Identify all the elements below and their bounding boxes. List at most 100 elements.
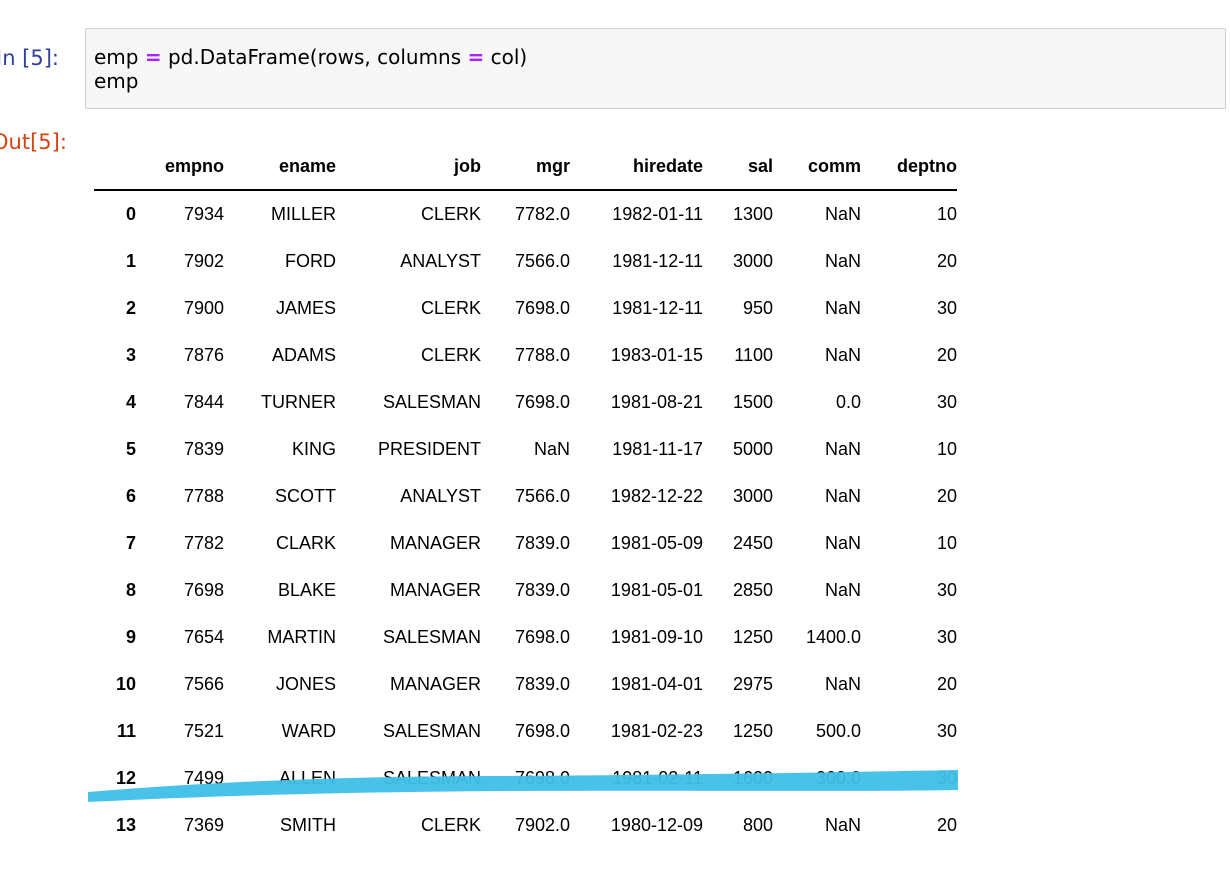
table-body: 0 7934 MILLER CLERK 7782.0 1982-01-11 1300 NaN 1… — [94, 190, 957, 849]
table-row: 5 7839 KING PRESIDENT NaN 1981-11-17 5000 NaN 10 — [94, 426, 957, 473]
table-cell: 20 — [936, 815, 957, 835]
table-cell: 7839 — [183, 439, 224, 459]
table-cell: 7902 — [183, 251, 224, 271]
table-row: 9 7654 MARTIN SALESMAN 7698.0 1981-09-10 1250 1… — [94, 614, 957, 661]
table-cell: CLERK — [420, 204, 481, 224]
table-cell: NaN — [824, 345, 861, 365]
row-index: 5 — [125, 439, 136, 459]
table-cell: 30 — [936, 392, 957, 412]
table-cell: MANAGER — [389, 580, 481, 600]
table-row: 0 7934 MILLER CLERK 7782.0 1982-01-11 1300 NaN 1… — [94, 190, 957, 238]
row-index: 7 — [125, 533, 136, 553]
table-cell: KING — [291, 439, 336, 459]
table-cell: 7782.0 — [514, 204, 570, 224]
table-cell: 7698.0 — [514, 721, 570, 741]
table-cell: ANALYST — [400, 251, 481, 271]
table-cell: NaN — [824, 251, 861, 271]
table-cell: 1981-05-01 — [610, 580, 703, 600]
row-index: 4 — [125, 392, 136, 412]
table-cell: 10 — [936, 439, 957, 459]
table-cell: 7782 — [183, 533, 224, 553]
table-cell: 2975 — [732, 674, 773, 694]
column-header-ename: ename — [224, 143, 336, 191]
code-token: emp — [94, 45, 145, 69]
table-cell: 7566.0 — [514, 251, 570, 271]
table-row: 2 7900 JAMES CLERK 7698.0 1981-12-11 950 NaN 30 — [94, 285, 957, 332]
table-cell: FORD — [285, 251, 336, 271]
table-cell: 1300 — [732, 204, 773, 224]
table-row: 12 7499 ALLEN SALESMAN 7698.0 1981-02-11 1600 3… — [94, 755, 957, 802]
column-header-job: job — [336, 143, 481, 191]
table-cell: ALLEN — [278, 768, 336, 788]
table-row: 10 7566 JONES MANAGER 7839.0 1981-04-01 2975 Na… — [94, 661, 957, 708]
table-cell: 20 — [936, 251, 957, 271]
table-cell: 10 — [936, 204, 957, 224]
table-cell: NaN — [824, 580, 861, 600]
table-cell: MILLER — [270, 204, 336, 224]
table-cell: 30 — [936, 627, 957, 647]
output-prompt: Out[5]: — [0, 130, 67, 154]
table-row: 6 7788 SCOTT ANALYST 7566.0 1982-12-22 3000 NaN… — [94, 473, 957, 520]
table-cell: 7654 — [183, 627, 224, 647]
table-cell: 1981-04-01 — [610, 674, 703, 694]
table-cell: MANAGER — [389, 674, 481, 694]
code-cell-input[interactable]: emp = pd.DataFrame(rows, columns = col) … — [85, 28, 1226, 109]
table-cell: MANAGER — [389, 533, 481, 553]
row-index: 6 — [125, 486, 136, 506]
table-cell: BLAKE — [277, 580, 336, 600]
code-line-2: emp — [94, 69, 139, 93]
table-cell: 7902.0 — [514, 815, 570, 835]
table-cell: 7900 — [183, 298, 224, 318]
table-cell: 20 — [936, 674, 957, 694]
table-cell: 7499 — [183, 768, 224, 788]
table-cell: SALESMAN — [382, 627, 481, 647]
table-cell: 7521 — [183, 721, 224, 741]
table-cell: 500.0 — [815, 721, 861, 741]
table-row: 11 7521 WARD SALESMAN 7698.0 1981-02-23 1250 50… — [94, 708, 957, 755]
operator-token: = — [467, 45, 485, 69]
table-cell: ANALYST — [400, 486, 481, 506]
table-cell: SALESMAN — [382, 392, 481, 412]
row-index: 13 — [115, 815, 136, 835]
table-cell: NaN — [824, 204, 861, 224]
table-cell: 1982-12-22 — [610, 486, 703, 506]
table-cell: PRESIDENT — [377, 439, 481, 459]
table-cell: 7566 — [183, 674, 224, 694]
table-cell: 1400.0 — [805, 627, 861, 647]
table-cell: 7698.0 — [514, 627, 570, 647]
table-cell: 300.0 — [815, 768, 861, 788]
table-cell: 1981-12-11 — [612, 251, 703, 271]
table-cell: MARTIN — [267, 627, 336, 647]
row-index: 2 — [125, 298, 136, 318]
table-cell: NaN — [824, 533, 861, 553]
column-header-sal: sal — [703, 143, 773, 191]
table-cell: 7934 — [183, 204, 224, 224]
column-header-hiredate: hiredate — [570, 143, 703, 191]
table-cell: 7839.0 — [514, 674, 570, 694]
table-cell: 7698.0 — [514, 298, 570, 318]
table-cell: 7839.0 — [514, 533, 570, 553]
table-cell: 30 — [936, 580, 957, 600]
table-cell: 7788.0 — [514, 345, 570, 365]
code-token: col) — [484, 45, 528, 69]
table-cell: NaN — [824, 486, 861, 506]
table-cell: 0.0 — [835, 392, 861, 412]
table-cell: 3000 — [732, 251, 773, 271]
table-cell: 7839.0 — [514, 580, 570, 600]
table-cell: 7566.0 — [514, 486, 570, 506]
table-cell: 2850 — [732, 580, 773, 600]
table-header-row: empno ename job mgr hiredate sal comm de… — [94, 143, 957, 191]
table-cell: 800 — [742, 815, 773, 835]
table-cell: 20 — [936, 486, 957, 506]
table-cell: 7788 — [183, 486, 224, 506]
table-cell: 1981-12-11 — [612, 298, 703, 318]
table-cell: 1250 — [732, 721, 773, 741]
table-cell: 1500 — [732, 392, 773, 412]
table-cell: 1600 — [732, 768, 773, 788]
table-cell: SALESMAN — [382, 768, 481, 788]
table-cell: 7698 — [183, 580, 224, 600]
table-cell: 1981-05-09 — [610, 533, 703, 553]
table-cell: CLERK — [420, 298, 481, 318]
row-index: 1 — [125, 251, 136, 271]
table-cell: 7369 — [183, 815, 224, 835]
